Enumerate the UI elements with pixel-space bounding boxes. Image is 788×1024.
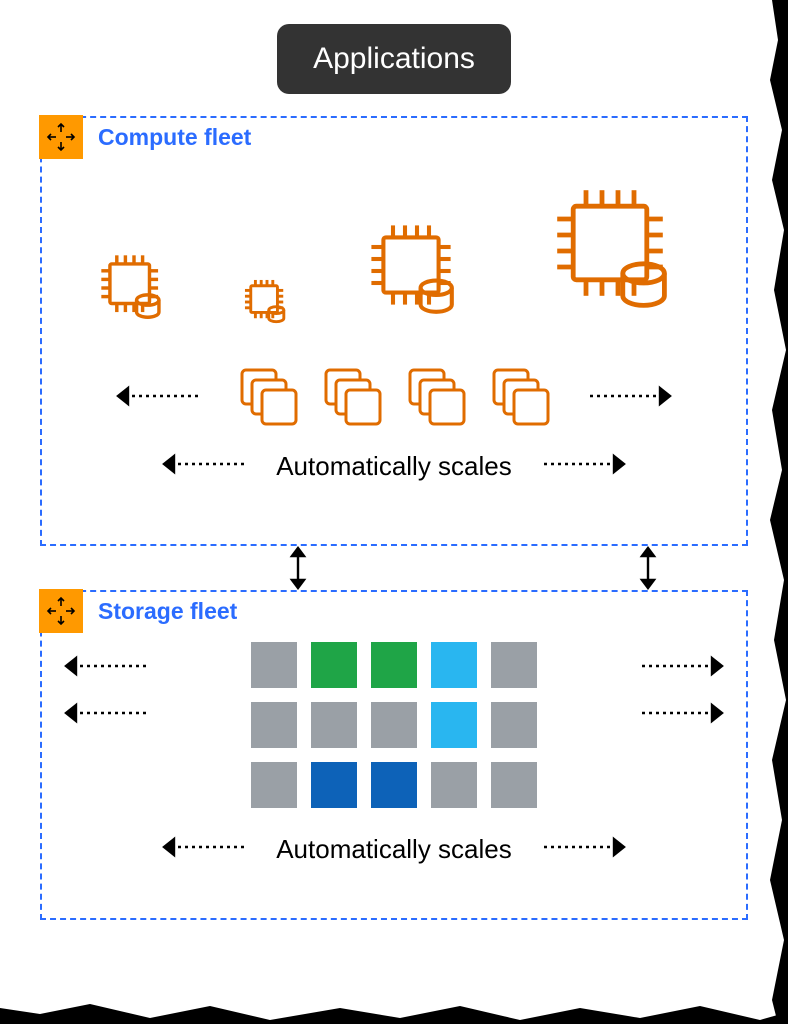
storage-block bbox=[311, 642, 357, 688]
storage-block bbox=[371, 762, 417, 808]
compute-container-row bbox=[60, 364, 728, 433]
arrow-right-icon bbox=[540, 835, 630, 864]
storage-right-arrows bbox=[638, 654, 728, 730]
double-arrow-vertical-icon bbox=[286, 546, 310, 595]
storage-block bbox=[491, 762, 537, 808]
storage-fleet-box: Storage fleet Automatically scales bbox=[40, 590, 748, 920]
auto-scale-icon bbox=[39, 115, 83, 159]
compute-auto-scale-label: Automatically scales bbox=[276, 451, 512, 482]
arrow-right-icon bbox=[638, 701, 728, 730]
container-group-icon bbox=[320, 364, 384, 433]
storage-block bbox=[431, 642, 477, 688]
container-group-icon bbox=[236, 364, 300, 433]
compute-fleet-box: Compute fleet bbox=[40, 116, 748, 546]
storage-block bbox=[311, 702, 357, 748]
storage-grid bbox=[60, 642, 728, 808]
applications-badge: Applications bbox=[277, 24, 511, 94]
storage-block bbox=[251, 702, 297, 748]
storage-block bbox=[311, 762, 357, 808]
storage-block bbox=[251, 642, 297, 688]
arrow-left-icon bbox=[60, 701, 150, 730]
storage-block bbox=[371, 702, 417, 748]
container-group-icon bbox=[404, 364, 468, 433]
arrow-left-icon bbox=[158, 452, 248, 481]
applications-label: Applications bbox=[313, 42, 475, 75]
diagram-canvas: Applications Compute fleet bbox=[0, 0, 788, 1000]
storage-block bbox=[491, 642, 537, 688]
storage-auto-scale-row: Automatically scales bbox=[60, 834, 728, 865]
arrow-left-icon bbox=[60, 654, 150, 683]
arrow-left-icon bbox=[112, 384, 202, 413]
compute-instance-icon bbox=[538, 171, 698, 336]
storage-auto-scale-label: Automatically scales bbox=[276, 834, 512, 865]
double-arrow-vertical-icon bbox=[636, 546, 660, 595]
storage-block bbox=[431, 762, 477, 808]
arrow-right-icon bbox=[638, 654, 728, 683]
compute-auto-scale-row: Automatically scales bbox=[60, 451, 728, 482]
compute-fleet-title: Compute fleet bbox=[98, 124, 251, 151]
compute-instance-icon bbox=[238, 273, 296, 336]
compute-instance-row bbox=[60, 166, 728, 336]
arrow-right-icon bbox=[540, 452, 630, 481]
compute-instance-icon bbox=[357, 211, 477, 336]
storage-left-arrows bbox=[60, 654, 150, 730]
arrow-right-icon bbox=[586, 384, 676, 413]
storage-block bbox=[371, 642, 417, 688]
auto-scale-icon bbox=[39, 589, 83, 633]
storage-block bbox=[491, 702, 537, 748]
storage-block bbox=[431, 702, 477, 748]
compute-instance-icon bbox=[91, 245, 177, 336]
storage-fleet-title: Storage fleet bbox=[98, 598, 237, 625]
container-group-icon bbox=[488, 364, 552, 433]
arrow-left-icon bbox=[158, 835, 248, 864]
fleet-connector-row bbox=[40, 546, 748, 590]
storage-block bbox=[251, 762, 297, 808]
